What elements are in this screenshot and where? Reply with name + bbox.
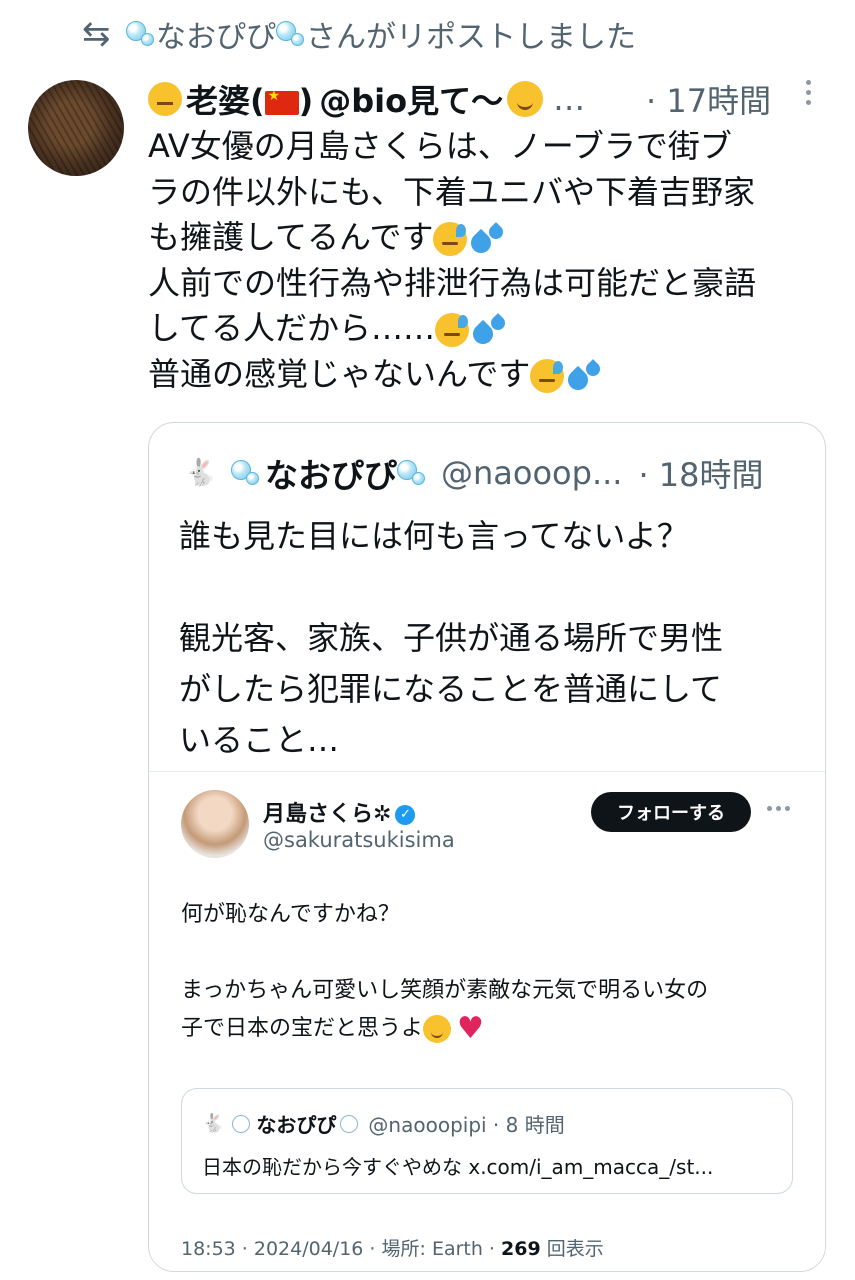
sweat-droplets-icon	[467, 221, 507, 257]
verified-badge-icon: ✓	[395, 805, 416, 825]
rabbit-icon: 🐇	[184, 458, 218, 488]
bubble-icon	[397, 458, 427, 488]
quoted-line: 誰も見た目には何も言ってないよ？	[179, 517, 689, 555]
screenshot-line: まっかちゃん可愛いし笑顔が素敵な元気で明るい女の	[181, 978, 709, 1003]
inner-quote-header: 🐇 なおぴぴ @naooopipi · 8 時間	[202, 1109, 565, 1138]
screenshot-avatar	[181, 790, 249, 858]
more-options-icon	[767, 806, 790, 811]
inner-quote-text: 日本の恥だから今すぐやめな x.com/i_am_macca_/st...	[202, 1155, 714, 1179]
author-avatar[interactable]	[28, 80, 124, 176]
huffing-face-icon	[148, 82, 182, 116]
tweet-line: も擁護してるんです	[148, 215, 838, 261]
handle-ellipsis: …	[553, 80, 586, 118]
tweet-body: AV女優の月島さくらは、ノーブラで街ブ ラの件以外にも、下着ユニバや下着吉野家 …	[148, 124, 838, 397]
author-name[interactable]: 老婆()	[186, 76, 313, 122]
screenshot-meta: 18:53 · 2024/04/16 · 場所: Earth · 269 回表示	[181, 1238, 604, 1260]
repost-header[interactable]: ⇆ なおぴぴ さんがリポストしました	[82, 12, 636, 56]
bubble-icon	[232, 1114, 251, 1133]
china-flag-icon	[264, 88, 299, 115]
red-heart-icon: ♥	[457, 1011, 484, 1046]
bubble-icon	[340, 1114, 359, 1133]
sweat-droplets-icon	[469, 312, 509, 348]
quoted-author-name[interactable]: なおぴぴ	[265, 449, 397, 497]
hugging-face-icon	[507, 81, 544, 117]
repost-icon: ⇆	[82, 14, 111, 54]
author-handle[interactable]: @bio見て〜	[319, 76, 503, 122]
tweet-line: してる人だから……	[148, 306, 838, 352]
downcast-sweat-face-icon	[433, 222, 468, 256]
relieved-face-icon	[423, 1015, 452, 1043]
attached-screenshot[interactable]: 月島さくら✲ ✓ @sakuratsukisima フォローする 何が恥なんですか…	[149, 771, 825, 1271]
tweet-header: 老婆() @bio見て〜 … · 17時間	[148, 74, 828, 124]
screenshot-inner-quote: 🐇 なおぴぴ @naooopipi · 8 時間 日本の恥だから今すぐやめな x…	[181, 1088, 793, 1194]
downcast-sweat-face-icon	[530, 358, 565, 393]
screenshot-body: 何が恥なんですかね？ まっかちゃん可愛いし笑顔が素敵な元気で明るい女の 子で日本…	[181, 896, 708, 1048]
tweet-time[interactable]: · 17時間	[646, 76, 771, 122]
view-count: 269	[501, 1238, 541, 1260]
bubble-icon	[126, 19, 156, 49]
quoted-tweet-header: 🐇 なおぴぴ @naooop... · 18時間	[181, 451, 764, 495]
downcast-sweat-face-icon	[435, 313, 470, 347]
quoted-line: いること…	[179, 721, 340, 759]
repost-name: なおぴぴ	[156, 20, 276, 55]
quoted-line: がしたら犯罪になることを普通にして	[179, 670, 723, 708]
screenshot-line: 子で日本の宝だと思うよ ♥	[181, 1011, 484, 1046]
sweat-droplets-icon	[564, 358, 604, 394]
inner-quote-author: なおぴぴ	[256, 1113, 337, 1137]
bubble-icon	[231, 458, 261, 488]
screenshot-author-handle: @sakuratsukisima	[263, 828, 455, 852]
repost-suffix: さんがリポストしました	[306, 20, 636, 55]
tweet-line: ラの件以外にも、下着ユニバや下着吉野家	[148, 172, 756, 211]
follow-button: フォローする	[591, 792, 751, 832]
tweet-line: AV女優の月島さくらは、ノーブラで街ブ	[148, 127, 732, 165]
quoted-tweet-body: 誰も見た目には何も言ってないよ？ 観光客、家族、子供が通る場所で男性 がしたら犯…	[179, 511, 723, 766]
quoted-line: 観光客、家族、子供が通る場所で男性	[179, 619, 724, 657]
more-options-icon[interactable]	[798, 80, 818, 105]
rabbit-icon: 🐇	[202, 1113, 225, 1134]
screenshot-author-name: 月島さくら✲ ✓	[263, 796, 416, 828]
quoted-line	[179, 562, 723, 613]
quoted-author-handle[interactable]: @naooop...	[441, 454, 622, 492]
bubble-icon	[276, 19, 306, 49]
quoted-tweet-card[interactable]: 🐇 なおぴぴ @naooop... · 18時間 誰も見た目には何も言ってないよ…	[148, 422, 826, 1272]
tweet-line: 人前での性行為や排泄行為は可能だと豪語	[148, 263, 757, 302]
tweet-line: 普通の感覚じゃないんです	[148, 352, 838, 398]
screenshot-line	[181, 934, 708, 972]
inner-quote-handle: @naooopipi · 8 時間	[368, 1113, 565, 1137]
quoted-tweet-time[interactable]: · 18時間	[638, 450, 763, 496]
screenshot-line: 何が恥なんですかね？	[181, 902, 400, 927]
